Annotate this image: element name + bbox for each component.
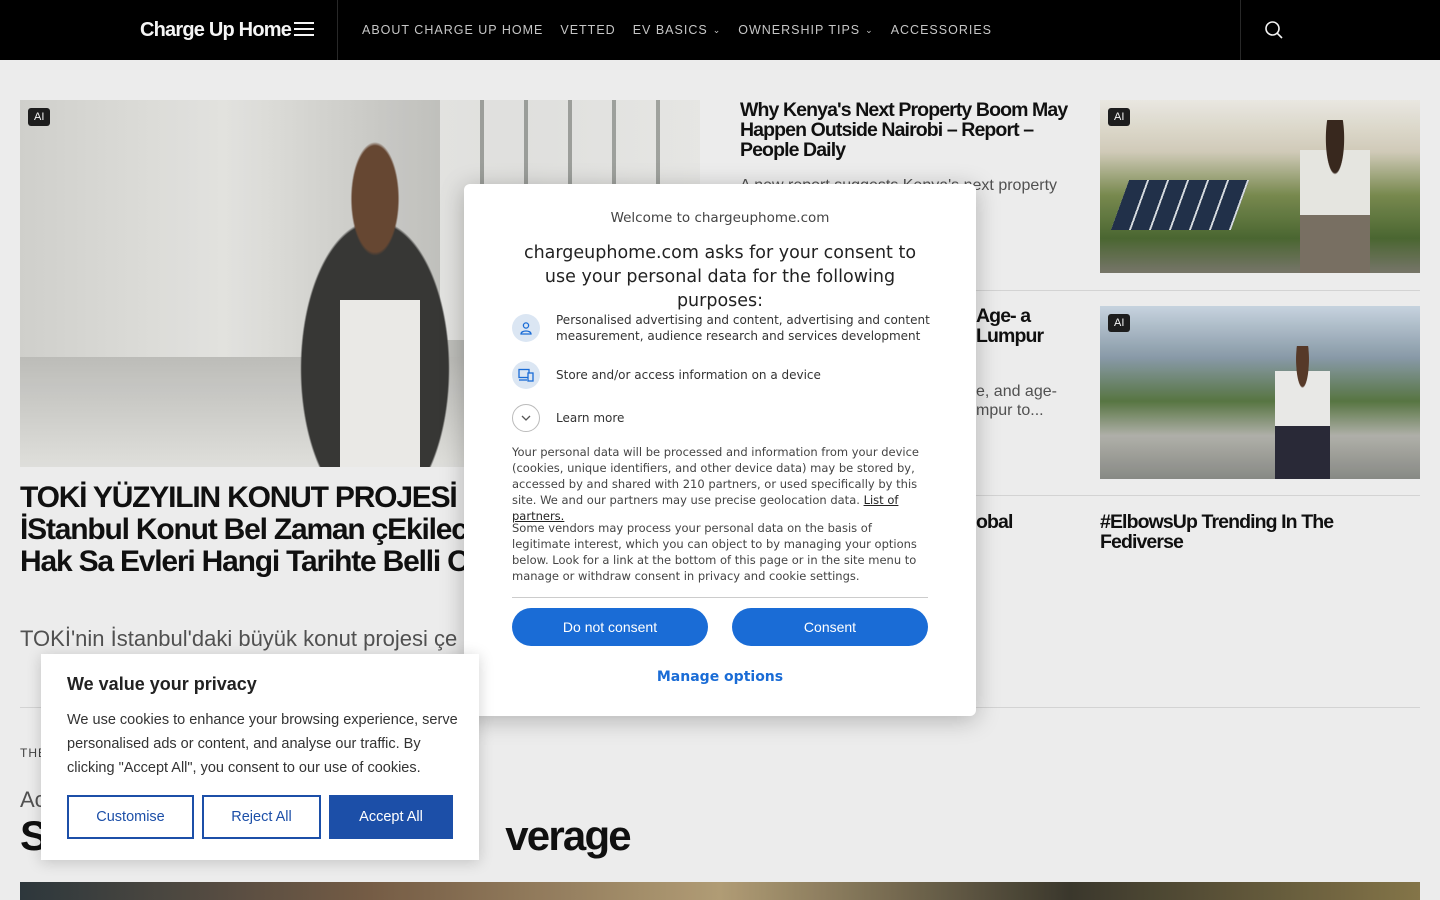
consent-paragraph: Your personal data will be processed and… [512,445,920,523]
consent-button[interactable]: Consent [732,608,928,646]
manage-options-link[interactable]: Manage options [464,669,976,685]
consent-dialog: Welcome to chargeuphome.com chargeuphome… [464,184,976,716]
devices-icon [512,361,540,389]
do-not-consent-button[interactable]: Do not consent [512,608,708,646]
purpose-personalised: Personalised advertising and content, ad… [512,312,932,344]
dialog-heading: chargeuphome.com asks for your consent t… [523,243,917,311]
learn-more-label[interactable]: Learn more [556,410,624,426]
dialog-welcome: Welcome to chargeuphome.com [610,210,830,226]
reject-all-button[interactable]: Reject All [202,795,321,839]
person-icon [512,314,540,342]
dialog-divider [512,597,928,598]
customise-button[interactable]: Customise [67,795,194,839]
accept-all-button[interactable]: Accept All [329,795,453,839]
purpose-label: Store and/or access information on a dev… [556,368,821,382]
purpose-device: Store and/or access information on a dev… [512,361,932,389]
cookie-body: We use cookies to enhance your browsing … [67,712,458,776]
cookie-banner: We value your privacy We use cookies to … [41,654,479,860]
learn-more-row[interactable]: Learn more [512,404,932,432]
cookie-title: We value your privacy [67,674,257,694]
purpose-label: Personalised advertising and content, ad… [556,313,930,343]
chevron-down-icon[interactable] [512,404,540,432]
consent-paragraph: Some vendors may process your personal d… [512,521,917,583]
